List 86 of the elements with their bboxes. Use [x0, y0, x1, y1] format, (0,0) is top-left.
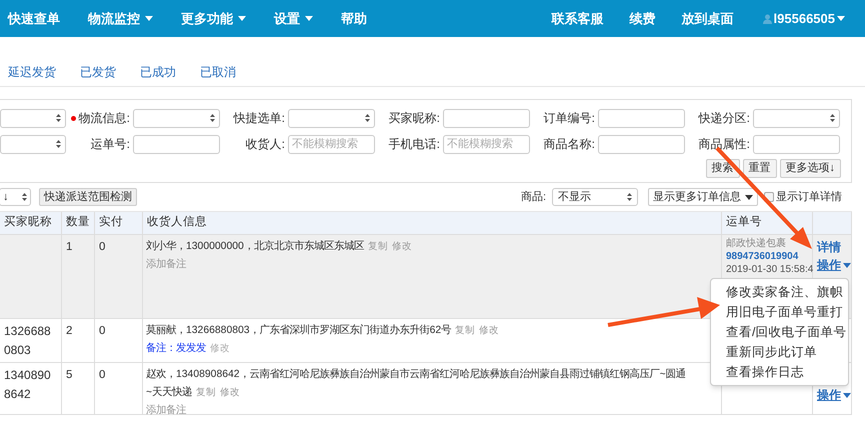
- field-label: 快捷选单:: [234, 110, 285, 127]
- user-menu[interactable]: l95566505: [746, 8, 865, 28]
- field-label: 订单编号:: [544, 110, 595, 127]
- filter-button[interactable]: 更多选项↓: [780, 159, 841, 178]
- dropdown-select[interactable]: [0, 108, 66, 128]
- nav-menu-item[interactable]: 物流监控: [74, 0, 167, 37]
- nav-link[interactable]: 联系客服: [538, 8, 617, 28]
- input-field[interactable]: [598, 134, 685, 154]
- waybill-time: 2019-01-30 15:58:4: [726, 263, 814, 276]
- buyer-nickname: 13266880803: [4, 324, 51, 357]
- recipient-info: ~天天快递: [146, 385, 192, 400]
- status-tab[interactable]: 已取消: [200, 62, 236, 80]
- actions-dropdown[interactable]: 操作: [817, 386, 847, 404]
- caret-icon: [745, 194, 753, 200]
- detail-checkbox[interactable]: 显示订单详情: [764, 188, 842, 206]
- paid-amount: 0: [99, 369, 106, 381]
- caret-icon: [837, 16, 845, 21]
- select-arrows-icon: [210, 114, 215, 122]
- menu-item[interactable]: 查看操作日志: [711, 362, 848, 382]
- status-tab[interactable]: 延迟发货: [8, 62, 56, 80]
- status-tab[interactable]: 已成功: [140, 62, 176, 80]
- filter-button[interactable]: 重置: [742, 159, 776, 178]
- nav-menu-item[interactable]: 帮助: [327, 0, 381, 37]
- quantity-text: 5: [66, 369, 72, 381]
- input-field[interactable]: [443, 108, 530, 128]
- column-header: 数量: [62, 212, 95, 234]
- select-arrows-icon: [365, 114, 370, 122]
- goods-select[interactable]: 不显示: [552, 188, 638, 206]
- goods-label: 商品:: [520, 190, 546, 205]
- field-label: 手机电话:: [388, 136, 440, 153]
- details-link[interactable]: 详情: [817, 238, 847, 256]
- caret-icon: [843, 262, 851, 268]
- select-arrows-icon: [56, 114, 61, 122]
- copy-link[interactable]: 复制: [455, 322, 476, 340]
- nav-link[interactable]: 续费: [616, 8, 669, 28]
- field-label: 快递分区:: [698, 110, 750, 127]
- edit-link[interactable]: 修改: [479, 322, 500, 340]
- field-label: 收货人:: [246, 136, 285, 153]
- nav-link[interactable]: 放到桌面: [668, 8, 747, 28]
- field-label: 买家昵称:: [388, 110, 440, 127]
- field-label: 运单号:: [90, 136, 130, 153]
- dropdown-select[interactable]: [288, 108, 375, 128]
- paid-amount: 0: [99, 241, 106, 253]
- select-arrows-icon: [627, 193, 632, 201]
- caret-icon: [843, 392, 851, 398]
- carrier-name: 邮政快递包裹: [726, 237, 787, 250]
- recipient-info: 赵欢，13408908642，云南省红河哈尼族彝族自治州蒙自市云南省红河哈尼族彝族自治州蒙自县雨过铺镇红钢高压厂~圆通: [146, 367, 686, 382]
- sort-select[interactable]: ↓: [0, 188, 31, 206]
- dropdown-select[interactable]: [753, 108, 840, 128]
- status-tab[interactable]: 已发货: [80, 62, 116, 80]
- buyer-nickname: 13408908642: [4, 368, 51, 401]
- user-icon: [762, 14, 772, 24]
- menu-item[interactable]: 修改卖家备注、旗帜: [711, 282, 848, 302]
- menu-item[interactable]: 用旧电子面单号重打: [711, 302, 848, 322]
- paid-amount: 0: [99, 325, 106, 337]
- nav-menu-item[interactable]: 快速查单: [0, 0, 74, 37]
- menu-item[interactable]: 查看/回收电子面单号: [711, 322, 848, 342]
- actions-dropdown[interactable]: 操作: [817, 256, 847, 274]
- recipient-info: 莫丽献，13266880803，广东省深圳市罗湖区东门街道办东升街62号: [146, 323, 452, 338]
- input-field[interactable]: [598, 108, 685, 128]
- range-check-button[interactable]: 快递派送范围检测: [39, 188, 137, 206]
- column-header: 收货人信息: [143, 212, 722, 234]
- select-arrows-icon: [830, 114, 835, 122]
- nav-menu-item[interactable]: 设置: [260, 0, 327, 37]
- input-field[interactable]: 不能模糊搜索: [288, 134, 375, 154]
- select-arrows-icon: [22, 193, 27, 201]
- recipient-info: 刘小华，1300000000，北京北京市东城区东城区: [146, 239, 364, 254]
- input-field[interactable]: [753, 134, 840, 154]
- input-field[interactable]: 不能模糊搜索: [443, 134, 530, 154]
- copy-link[interactable]: 复制: [196, 384, 216, 402]
- column-header: 实付: [95, 212, 143, 234]
- nav-menu-item[interactable]: 更多功能: [167, 0, 260, 37]
- dropdown-select[interactable]: [133, 108, 220, 128]
- field-label: 商品名称:: [544, 136, 595, 153]
- remark-link[interactable]: 备注：发发发: [146, 340, 206, 358]
- select-arrows-icon: [56, 140, 61, 148]
- quantity-text: 2: [66, 325, 72, 337]
- field-label: 物流信息:: [78, 110, 130, 127]
- dropdown-select[interactable]: [0, 134, 66, 154]
- input-field[interactable]: [133, 134, 220, 154]
- quantity-text: 1: [66, 241, 72, 253]
- column-header: 买家昵称: [0, 212, 62, 234]
- edit-link[interactable]: 修改: [220, 384, 240, 402]
- waybill-number[interactable]: 9894736019904: [726, 250, 808, 263]
- menu-item[interactable]: 重新同步此订单: [711, 342, 848, 362]
- more-info-dropdown[interactable]: 显示更多订单信息: [648, 188, 758, 206]
